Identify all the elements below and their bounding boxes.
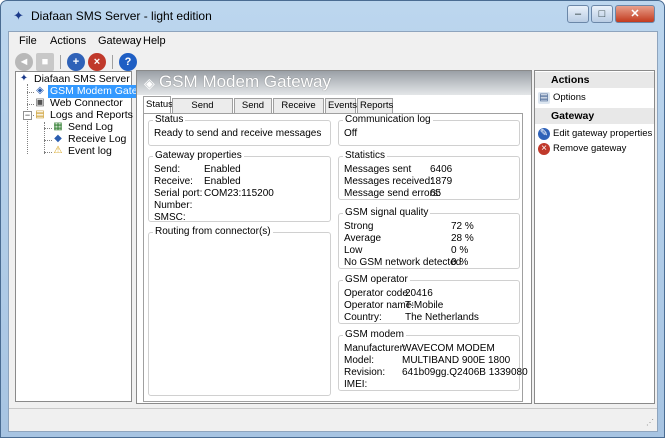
connector-icon: ▣ [35,97,45,108]
signal-quality-group: GSM signal quality Strong 72 % Average 28 … [338,207,520,269]
communication-log-group: Communication log Off [338,114,520,146]
receive-log-icon: ◆ [54,133,62,144]
modem-group: GSM modem Manufacturer: WAVECOM MODEM Mod… [338,329,528,391]
edit-gateway-icon: ✎ [538,128,550,140]
gateway-properties-group: Gateway properties Send: Enabled Receive:… [148,150,331,223]
options-icon: ▤ [538,92,550,104]
minimize-button[interactable]: – [567,5,589,23]
main-panel: ◈ GSM Modem Gateway Status Send Message … [136,70,532,404]
resize-grip-icon[interactable]: ⋰ [646,418,654,427]
tab-status[interactable]: Status [143,96,173,113]
modem-icon: ◈ [36,85,44,96]
status-tab-panel: Status Ready to send and receive message… [143,113,528,402]
actions-heading: Actions [535,72,654,88]
remove-gateway-icon: × [538,143,550,155]
tab-events[interactable]: Events [325,98,357,113]
window-title: Diafaan SMS Server - light edition [31,9,212,23]
status-text: Ready to send and receive messages [154,128,322,139]
close-button[interactable]: ✕ [615,5,655,23]
tab-send-message[interactable]: Send Message [172,98,233,124]
edit-gateway-action[interactable]: ✎ Edit gateway properties [535,127,654,141]
app-window: ✦ Diafaan SMS Server - light edition – □… [0,0,665,438]
title-bar[interactable]: ✦ Diafaan SMS Server - light edition – □… [1,1,664,31]
menu-help[interactable]: Help [143,35,166,47]
remove-gateway-icon[interactable]: × [88,53,106,71]
forward-icon[interactable]: ■ [36,53,54,71]
tab-reports[interactable]: Reports [357,98,393,113]
status-bar: ⋰ [9,408,657,431]
menu-bar: File Actions Gateway Help [9,32,657,51]
back-icon[interactable]: ◄ [15,53,33,71]
operator-group: GSM operator Operator code: 20416 Operato… [338,274,520,324]
menu-gateway[interactable]: Gateway [98,35,141,47]
maximize-button[interactable]: □ [591,5,613,23]
help-icon[interactable]: ? [119,53,137,71]
app-logo-icon: ✦ [13,8,24,23]
server-icon: ✦ [19,73,29,84]
toolbar-separator [112,55,113,69]
tab-send-log[interactable]: Send log [234,98,272,124]
menu-actions[interactable]: Actions [50,35,86,47]
actions-pane: Actions ▤ Options Gateway ✎ Edit gateway… [534,70,655,404]
collapse-toggle[interactable]: − [23,111,32,120]
toolbar-separator [60,55,61,69]
gateway-actions-heading: Gateway [535,108,654,124]
page-header: ◈ GSM Modem Gateway [137,71,531,95]
client-area: File Actions Gateway Help ◄ ■ + × ? ✦ Di… [8,31,658,432]
routing-group: Routing from connector(s) [148,226,331,396]
status-group: Status Ready to send and receive message… [148,114,331,146]
event-log-icon: ⚠ [53,145,63,156]
folder-icon: ▤ [35,109,45,120]
communication-log-value: Off [344,128,358,139]
modem-icon: ◈ [144,75,155,91]
tab-receive-log[interactable]: Receive log [273,98,324,124]
options-action[interactable]: ▤ Options [535,91,654,105]
send-log-icon: ▦ [53,121,63,132]
remove-gateway-action[interactable]: × Remove gateway [535,142,654,156]
page-title: GSM Modem Gateway [159,72,331,91]
statistics-group: Statistics Messages sent 6406 Messages re… [338,150,520,200]
menu-file[interactable]: File [19,35,37,47]
navigation-tree: ✦ Diafaan SMS Server ◈ GSM Modem Gateway… [15,71,159,402]
add-gateway-icon[interactable]: + [67,53,85,71]
